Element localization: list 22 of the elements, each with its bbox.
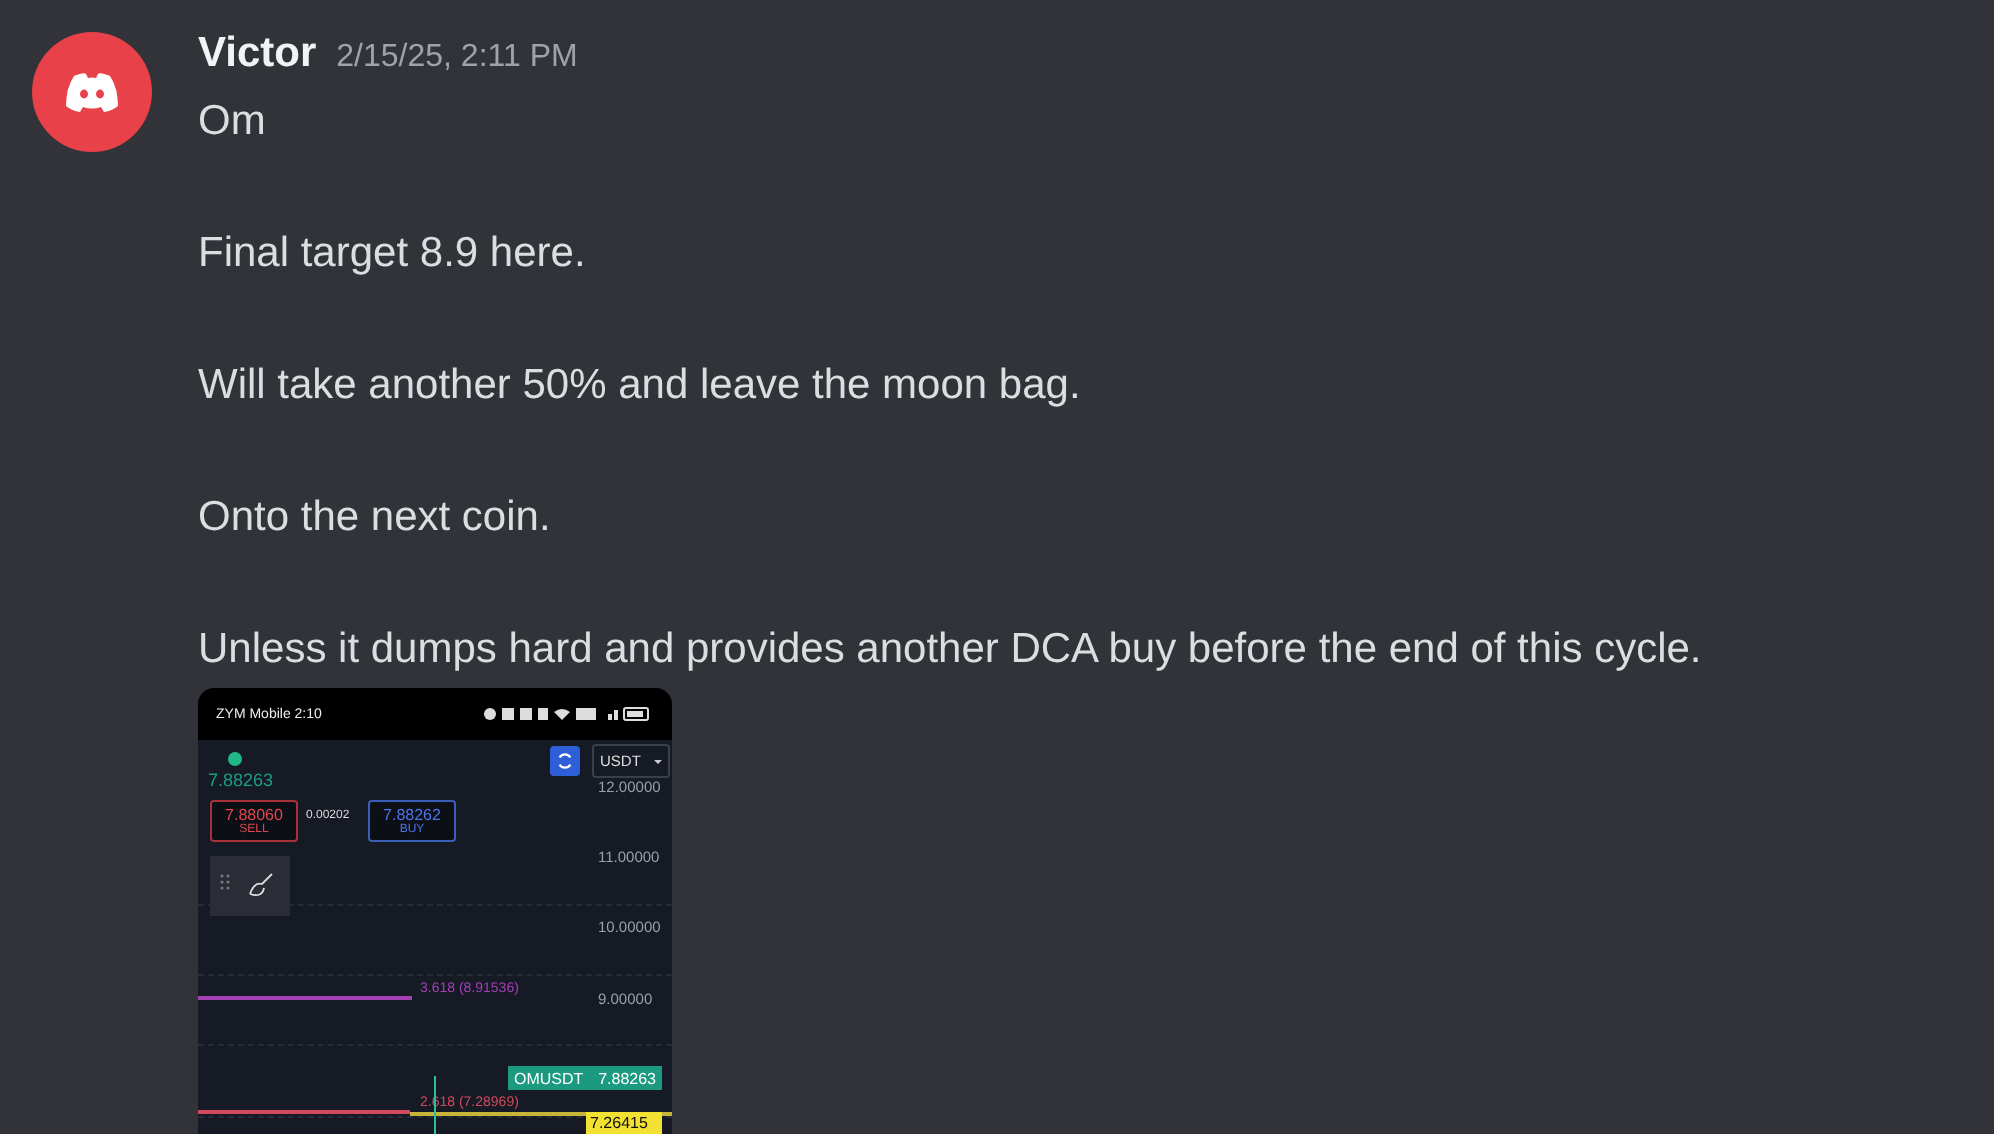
message-text: Om: [198, 96, 268, 148]
price-text: 7.88262: [383, 805, 441, 823]
message-text: Final target 8.9 here.: [198, 228, 588, 280]
price-text: 7.88263: [208, 770, 274, 790]
drawing-tools-panel[interactable]: [210, 856, 290, 916]
price-text: 7.88263: [598, 1069, 656, 1087]
message-text: Will take another 50% and leave the moon bag.: [198, 360, 1083, 412]
pen-icon: [249, 873, 273, 897]
candle-wick: [434, 1076, 436, 1134]
controller-icon: [64, 72, 120, 112]
refresh-icon: [556, 752, 574, 770]
status-dot: [228, 752, 242, 766]
timestamp: 2/15/25, 2:11 PM: [336, 40, 578, 76]
price-tag: 7.26415: [586, 1112, 662, 1134]
caret-icon: [654, 759, 662, 763]
author-name[interactable]: Victor: [198, 30, 317, 78]
symbol-text: OMUSDT: [514, 1069, 584, 1087]
drag-handle-icon: [220, 874, 230, 890]
message-text: Onto the next coin.: [198, 492, 553, 544]
refresh-button[interactable]: [550, 746, 580, 776]
price-text: 7.88060: [225, 805, 283, 823]
message-text: Unless it dumps hard and provides another DCA buy before the end of this cycle.: [198, 624, 1702, 676]
